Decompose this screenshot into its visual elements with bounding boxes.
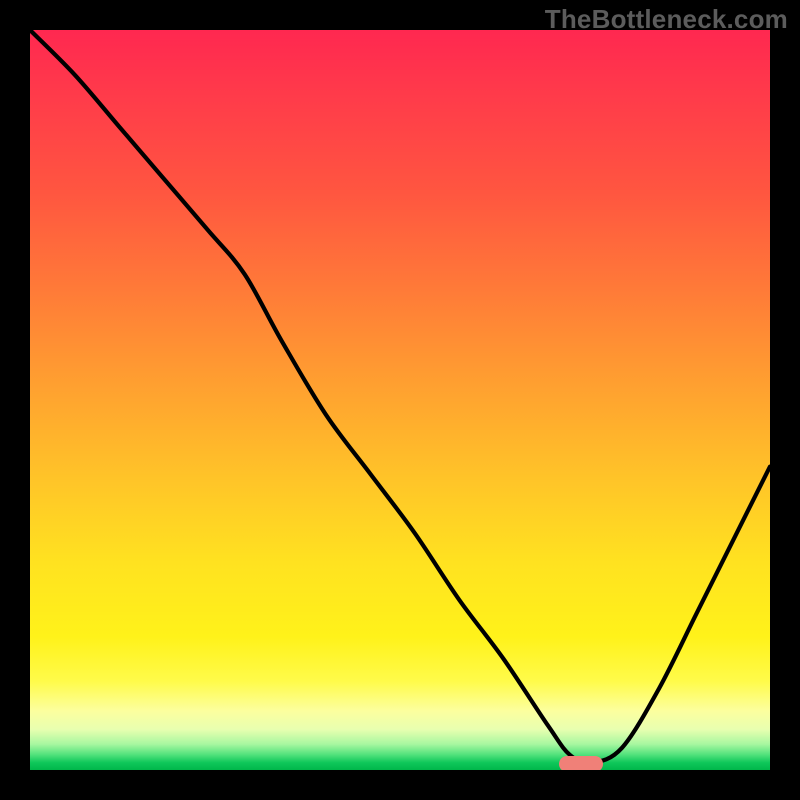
bottleneck-curve bbox=[30, 30, 770, 763]
chart-frame: TheBottleneck.com bbox=[0, 0, 800, 800]
minimum-marker bbox=[559, 756, 603, 770]
curve-svg bbox=[30, 30, 770, 770]
plot-area bbox=[30, 30, 770, 770]
